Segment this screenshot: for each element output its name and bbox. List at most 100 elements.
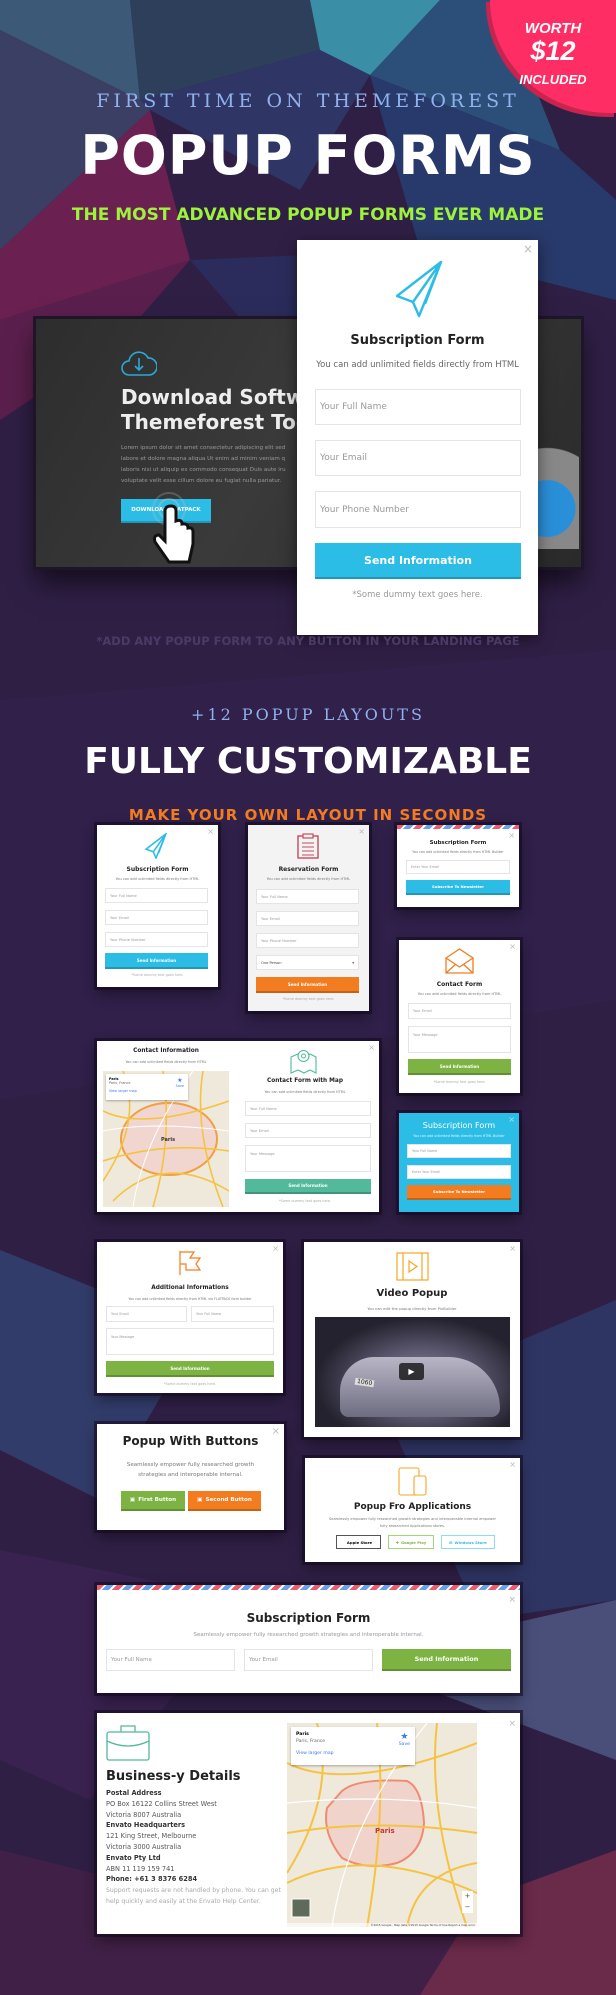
feature-note: *ADD ANY POPUP FORM TO ANY BUTTON IN YOU… xyxy=(96,634,520,648)
phone-input[interactable]: Your Phone Number xyxy=(105,932,208,947)
close-icon[interactable]: × xyxy=(509,1460,516,1469)
send-information-button[interactable]: Send Information xyxy=(315,543,521,579)
windows-store-button[interactable]: ⊞ Windows Store xyxy=(441,1535,495,1549)
popup-subtitle: You can add unlimited fields directly fr… xyxy=(316,360,519,370)
close-icon[interactable]: × xyxy=(509,942,516,951)
email-input[interactable]: Your Email xyxy=(245,1123,371,1138)
card-title: Business-y Details xyxy=(106,1769,241,1784)
card-title: Video Popup xyxy=(376,1288,448,1299)
clipboard-icon xyxy=(297,833,319,859)
contact-information-subtitle: You can add unlimited fields directly fr… xyxy=(125,1060,207,1064)
email-input[interactable]: Your Email xyxy=(256,911,359,926)
play-icon[interactable]: ▶ xyxy=(399,1363,424,1380)
card-title: Subscription Form xyxy=(246,1611,371,1625)
close-icon[interactable]: × xyxy=(358,827,365,836)
close-icon[interactable]: × xyxy=(509,1244,516,1253)
card-title: Contact Form with Map xyxy=(267,1078,343,1084)
card-note: *Some dummy text goes here. xyxy=(131,973,184,977)
hand-pointer-icon xyxy=(152,492,195,564)
address-line: Victoria 8007 Australia xyxy=(106,1810,182,1819)
hero-tagline: THE MOST ADVANCED POPUP FORMS EVER MADE xyxy=(71,205,545,225)
send-information-button[interactable]: Send Information xyxy=(256,977,359,993)
email-input[interactable]: Your Email xyxy=(408,1003,511,1019)
first-button[interactable]: ▣ First Button xyxy=(121,1491,185,1511)
subscribe-button[interactable]: Subscribe To Newsletter xyxy=(407,1185,511,1200)
cloud-download-icon xyxy=(121,351,157,376)
close-icon[interactable]: × xyxy=(508,831,515,840)
card-note: *Some dummy text goes here. xyxy=(278,1199,332,1203)
card-title: Contact Form xyxy=(436,981,483,988)
view-larger-map-link[interactable]: View larger map xyxy=(296,1751,410,1756)
full-name-input[interactable]: Your Full Name xyxy=(256,889,359,904)
map-save-button[interactable]: ★ Save xyxy=(176,1077,184,1088)
badge-line2: INCLUDED xyxy=(519,72,587,87)
message-textarea[interactable]: Your Message xyxy=(408,1026,511,1053)
card-newsletter-form: × Subscription Form You can add unlimite… xyxy=(397,825,519,907)
email-input[interactable]: Your Email xyxy=(106,1306,187,1322)
map-pin-icon xyxy=(290,1049,317,1074)
close-icon[interactable]: × xyxy=(523,242,533,256)
map-embed[interactable]: Paris Paris, France View larger map ★ Sav… xyxy=(287,1723,477,1927)
briefcase-icon xyxy=(106,1725,150,1761)
send-information-button[interactable]: Send Information xyxy=(408,1059,511,1075)
send-information-button[interactable]: Send Information xyxy=(245,1179,371,1194)
message-textarea[interactable]: Your Message xyxy=(245,1145,371,1172)
map-save-button[interactable]: ★ Save xyxy=(399,1732,410,1747)
close-icon[interactable]: × xyxy=(508,1595,516,1605)
paper-plane-icon xyxy=(395,260,443,318)
video-player[interactable]: 1060 ▶ xyxy=(315,1317,510,1427)
card-title: Subscription Form xyxy=(422,1121,496,1130)
map-zoom-controls[interactable]: + − xyxy=(462,1891,473,1913)
film-play-icon xyxy=(396,1252,429,1281)
map-city-label: Paris xyxy=(161,1137,176,1143)
full-name-input[interactable]: Your Full Name xyxy=(106,1649,235,1671)
map-city-label: Paris xyxy=(375,1827,395,1835)
email-input[interactable]: Your Email xyxy=(315,440,521,476)
star-icon: ★ xyxy=(177,1077,183,1084)
apple-store-button[interactable]: Apple Store xyxy=(336,1535,381,1549)
address-line: 121 King Street, Melbourne xyxy=(106,1832,197,1841)
card-subtitle: Seamlessly empower fully researched grow… xyxy=(328,1517,497,1528)
close-icon[interactable]: × xyxy=(272,1244,279,1253)
card-popup-with-buttons: × Popup With Buttons Seamlessly empower … xyxy=(97,1424,284,1530)
email-input[interactable]: Your Email xyxy=(105,910,208,925)
email-input[interactable]: Enter Your Email xyxy=(406,860,510,874)
card-note: *Some dummy text goes here. xyxy=(282,997,335,1001)
address-heading: Postal Address xyxy=(106,1789,162,1797)
section-title: FULLY CUSTOMIZABLE xyxy=(84,741,532,782)
party-size-select[interactable]: One Person ▾ xyxy=(256,955,359,970)
popup-title: Subscription Form xyxy=(350,333,485,348)
subscribe-button[interactable]: Subscribe To Newsletter xyxy=(406,880,510,895)
envelope-icon xyxy=(445,948,474,974)
view-larger-map-link[interactable]: View larger map xyxy=(109,1089,185,1093)
send-information-button[interactable]: Send Information xyxy=(105,953,208,969)
send-information-button[interactable]: Send Information xyxy=(382,1649,511,1671)
map-info-box: Paris Paris, France View larger map ★ Sav… xyxy=(291,1727,415,1765)
close-icon[interactable]: × xyxy=(207,827,214,836)
badge-price: $12 xyxy=(530,36,576,66)
map-credit: ©2015 Google · Map data ©2015 Google Ter… xyxy=(287,1923,477,1927)
card-business-details: × Business-y Details Postal Address PO Bo… xyxy=(97,1713,520,1934)
phone-input[interactable]: Your Phone Number xyxy=(315,491,521,528)
message-textarea[interactable]: Your Message xyxy=(106,1328,274,1355)
close-icon[interactable]: × xyxy=(508,1719,516,1729)
email-input[interactable]: Enter Your Email xyxy=(407,1165,511,1179)
google-play-button[interactable]: ✚ Google Play xyxy=(388,1535,434,1549)
hero-kicker: FIRST TIME ON THEMEFOREST xyxy=(96,90,520,112)
card-subtitle: You can add unlimited fields directly fr… xyxy=(264,1090,346,1094)
card-title: Popup With Buttons xyxy=(122,1434,259,1448)
full-name-input[interactable]: Your Full Name xyxy=(315,389,521,425)
full-name-input[interactable]: Your Full Name xyxy=(191,1306,274,1322)
full-name-input[interactable]: Your Full Name xyxy=(245,1101,371,1116)
close-icon[interactable]: × xyxy=(368,1043,375,1052)
card-subtitle: You can add unlimited fields directly fr… xyxy=(128,1297,252,1301)
full-name-input[interactable]: Your Full Name xyxy=(407,1144,511,1158)
landing-body: Lorem ipsum dolor sit amet consectetur a… xyxy=(121,445,286,484)
map-embed[interactable]: Paris Paris, France View larger map ★ Sav… xyxy=(103,1071,229,1207)
second-button[interactable]: ▣ Second Button xyxy=(188,1491,261,1511)
full-name-input[interactable]: Your Full Name xyxy=(105,888,208,903)
card-title: Subscription Form xyxy=(429,840,487,846)
email-input[interactable]: Your Email xyxy=(244,1649,373,1671)
phone-input[interactable]: Your Phone Number xyxy=(256,933,359,948)
send-information-button[interactable]: Send Information xyxy=(106,1361,274,1377)
